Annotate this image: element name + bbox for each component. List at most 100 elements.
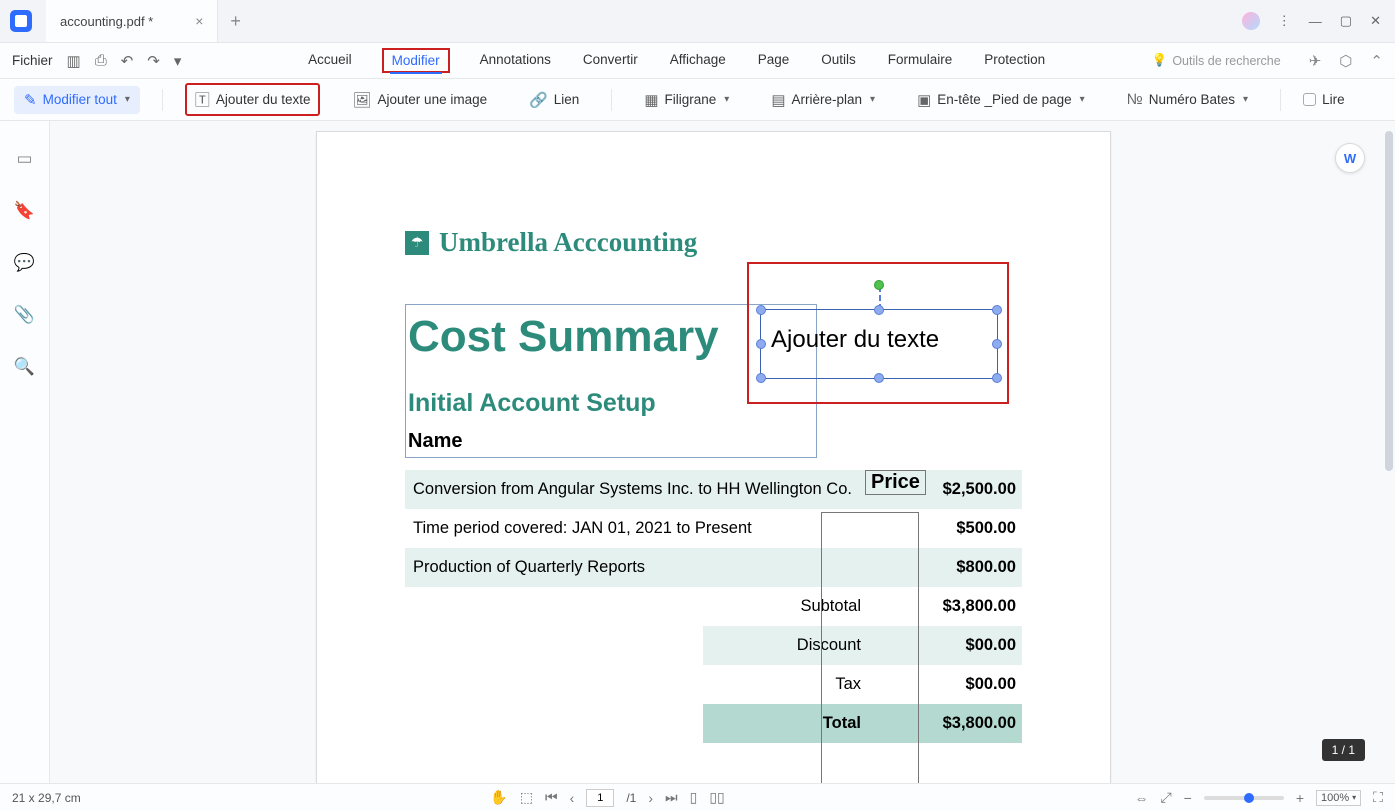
- resize-handle[interactable]: [874, 305, 884, 315]
- print-icon[interactable]: ⎙: [95, 52, 107, 69]
- background-button[interactable]: ▤ Arrière-plan▾: [761, 86, 885, 114]
- last-page-icon[interactable]: ⏭: [665, 789, 678, 806]
- tab-affichage[interactable]: Affichage: [668, 48, 728, 73]
- zoom-slider[interactable]: [1204, 796, 1284, 800]
- table-row: Time period covered: JAN 01, 2021 to Pre…: [405, 509, 1022, 548]
- hand-tool-icon[interactable]: ✋: [490, 789, 507, 806]
- add-image-button[interactable]: 🖼 Ajouter une image: [342, 86, 497, 114]
- dropdown-icon[interactable]: ▾: [174, 52, 182, 70]
- watermark-icon: ▦: [644, 91, 658, 109]
- next-page-icon[interactable]: ›: [648, 790, 653, 806]
- tab-label: accounting.pdf *: [60, 14, 153, 29]
- redo-icon[interactable]: ↷: [147, 52, 160, 70]
- column-name: Name: [408, 430, 462, 453]
- divider: [1280, 89, 1281, 111]
- left-rail: ▭ 🔖 💬 📎 🔍: [0, 121, 50, 783]
- header-footer-icon: ▣: [917, 91, 931, 109]
- undo-icon[interactable]: ↶: [121, 52, 134, 70]
- table-row: Production of Quarterly Reports$800.00: [405, 548, 1022, 587]
- expand-icon[interactable]: ⌃: [1370, 52, 1383, 70]
- header-footer-button[interactable]: ▣ En-tête _Pied de page▾: [907, 86, 1095, 114]
- comments-icon[interactable]: 💬: [14, 253, 35, 273]
- resize-handle[interactable]: [992, 373, 1002, 383]
- zoom-in-icon[interactable]: +: [1296, 790, 1304, 806]
- avatar-icon[interactable]: [1242, 12, 1260, 30]
- rotate-handle[interactable]: [874, 280, 884, 290]
- new-tab-button[interactable]: +: [230, 11, 241, 32]
- minimize-button[interactable]: —: [1309, 14, 1322, 29]
- tab-page[interactable]: Page: [756, 48, 792, 73]
- maximize-button[interactable]: ▢: [1340, 13, 1352, 29]
- image-icon: 🖼: [352, 91, 371, 109]
- divider: [162, 89, 163, 111]
- export-word-button[interactable]: W: [1335, 143, 1365, 173]
- cloud-icon[interactable]: ⬡: [1339, 52, 1352, 70]
- bates-icon: №: [1127, 91, 1143, 108]
- document-tab[interactable]: accounting.pdf * ×: [46, 0, 218, 42]
- edit-all-button[interactable]: ✎ Modifier tout ▾: [14, 86, 140, 114]
- select-tool-icon[interactable]: ⬚: [520, 789, 533, 806]
- bates-button[interactable]: № Numéro Bates▾: [1117, 86, 1258, 113]
- textbox-placeholder: Ajouter du texte: [771, 326, 939, 354]
- single-page-icon[interactable]: ▯: [690, 789, 698, 806]
- table-row: Subtotal$3,800.00: [405, 587, 1022, 626]
- attachments-icon[interactable]: 📎: [14, 305, 35, 325]
- zoom-select[interactable]: 100% ▾: [1316, 790, 1361, 806]
- text-box[interactable]: Ajouter du texte: [760, 309, 998, 379]
- text-icon: 🅃: [195, 89, 210, 110]
- resize-handle[interactable]: [756, 339, 766, 349]
- pencil-icon: ✎: [24, 91, 37, 109]
- tab-protection[interactable]: Protection: [982, 48, 1047, 73]
- send-icon[interactable]: ✈: [1309, 52, 1322, 70]
- company-name: Umbrella Acccounting: [439, 227, 697, 258]
- link-icon: 🔗: [529, 91, 548, 109]
- more-icon[interactable]: ⋮: [1278, 13, 1291, 29]
- save-icon[interactable]: ▥: [67, 52, 81, 70]
- resize-handle[interactable]: [992, 305, 1002, 315]
- resize-handle[interactable]: [874, 373, 884, 383]
- tab-formulaire[interactable]: Formulaire: [886, 48, 955, 73]
- fullscreen-icon[interactable]: ⛶: [1373, 789, 1383, 806]
- tab-accueil[interactable]: Accueil: [306, 48, 354, 73]
- zoom-out-icon[interactable]: −: [1184, 790, 1192, 806]
- link-button[interactable]: 🔗 Lien: [519, 86, 589, 114]
- thumbnails-icon[interactable]: ▭: [16, 149, 32, 169]
- document-page: ☂ Umbrella Acccounting Cost Summary Init…: [316, 131, 1111, 783]
- table-row: Discount$00.00: [703, 626, 1022, 665]
- column-price: Price: [865, 470, 926, 495]
- page-dimensions: 21 x 29,7 cm: [12, 791, 81, 805]
- add-text-button[interactable]: 🅃 Ajouter du texte: [185, 83, 321, 116]
- fit-width-icon[interactable]: ⇔: [1134, 790, 1148, 806]
- first-page-icon[interactable]: ⏮: [545, 789, 558, 806]
- prev-page-icon[interactable]: ‹: [570, 790, 575, 806]
- cost-table: Conversion from Angular Systems Inc. to …: [405, 470, 1022, 743]
- tab-convertir[interactable]: Convertir: [581, 48, 640, 73]
- resize-handle[interactable]: [756, 373, 766, 383]
- tab-annotations[interactable]: Annotations: [478, 48, 553, 73]
- checkbox-icon: [1303, 93, 1316, 106]
- read-mode-toggle[interactable]: Lire: [1303, 92, 1345, 107]
- resize-handle[interactable]: [992, 339, 1002, 349]
- table-row: Conversion from Angular Systems Inc. to …: [405, 470, 1022, 509]
- search-icon[interactable]: 🔍: [14, 357, 35, 377]
- watermark-button[interactable]: ▦ Filigrane▾: [634, 86, 739, 114]
- resize-handle[interactable]: [756, 305, 766, 315]
- background-icon: ▤: [771, 91, 785, 109]
- tab-close-icon[interactable]: ×: [195, 13, 203, 29]
- bookmarks-icon[interactable]: 🔖: [14, 201, 35, 221]
- table-row-total: Total$3,800.00: [703, 704, 1022, 743]
- app-icon: [10, 10, 32, 32]
- statusbar: 21 x 29,7 cm ✋ ⬚ ⏮ ‹ /1 › ⏭ ▯ ▯▯ ⇔ ⤢ − +…: [0, 783, 1395, 811]
- toolbar: ✎ Modifier tout ▾ 🅃 Ajouter du texte 🖼 A…: [0, 79, 1395, 121]
- fit-page-icon[interactable]: ⤢: [1160, 789, 1171, 806]
- scrollbar[interactable]: [1385, 131, 1393, 471]
- page-input[interactable]: [586, 789, 614, 807]
- close-button[interactable]: ✕: [1370, 13, 1381, 29]
- file-menu[interactable]: Fichier: [12, 53, 53, 68]
- tab-modifier[interactable]: Modifier: [390, 49, 442, 74]
- two-page-icon[interactable]: ▯▯: [709, 789, 724, 806]
- search-tools-button[interactable]: 💡 Outils de recherche: [1152, 53, 1281, 68]
- tab-outils[interactable]: Outils: [819, 48, 858, 73]
- new-text-box-highlight: Ajouter du texte: [747, 262, 1009, 404]
- divider: [611, 89, 612, 111]
